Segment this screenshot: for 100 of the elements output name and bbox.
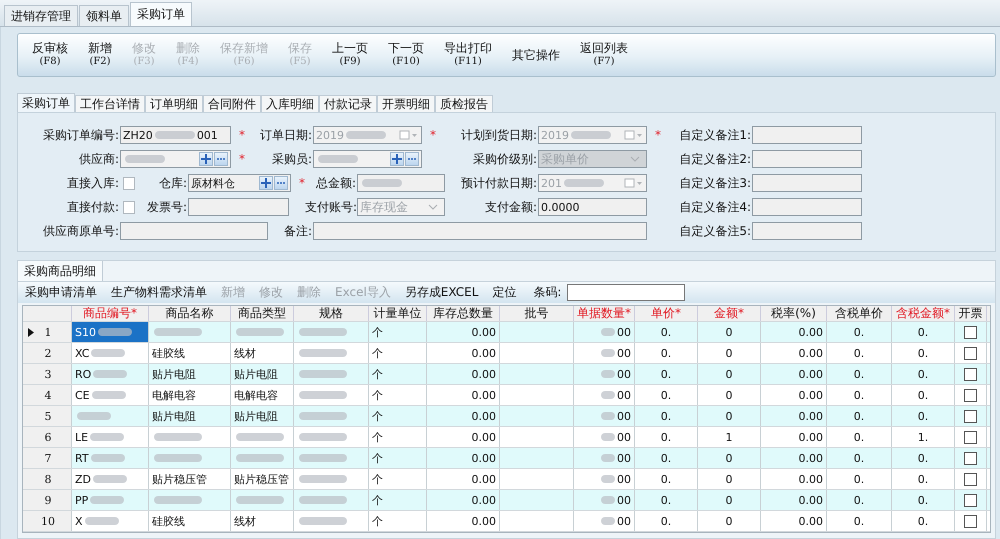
row-header[interactable]: 9 xyxy=(23,490,72,510)
grid-toolbar-button[interactable]: 采购申请清单 xyxy=(18,282,104,302)
redacted-smudge xyxy=(601,412,615,420)
redacted-smudge xyxy=(299,412,347,420)
toolbar-button[interactable]: 新增 (F2) xyxy=(78,35,122,75)
invoice-checkbox[interactable] xyxy=(964,514,977,528)
field-label: 发票号: xyxy=(146,198,188,216)
table-cell: 1 xyxy=(698,427,761,447)
app-tab[interactable]: 采购订单 xyxy=(130,2,192,26)
detail-tab[interactable]: 工作台详情 xyxy=(75,95,145,112)
input-field[interactable] xyxy=(313,222,647,240)
table-cell: 0. xyxy=(892,448,955,468)
table-cell: 1. xyxy=(892,427,955,447)
detail-tab[interactable]: 开票明细 xyxy=(377,95,435,112)
input-field[interactable] xyxy=(188,198,289,216)
toolbar-button[interactable]: 上一页 (F9) xyxy=(322,35,378,75)
field-label: 订单日期: xyxy=(258,126,313,144)
table-cell: 个 xyxy=(369,406,427,426)
toolbar-button[interactable]: 导出打印 (F11) xyxy=(434,35,502,75)
table-cell: 个 xyxy=(369,322,427,342)
grid-toolbar-button[interactable]: 定位 xyxy=(485,282,524,302)
table-cell: 0. xyxy=(892,511,955,531)
lookup-field[interactable]: 原材料仓 xyxy=(188,174,291,192)
row-header[interactable]: 3 xyxy=(23,364,72,384)
table-cell: 个 xyxy=(369,385,427,405)
detail-tab[interactable]: 质检报告 xyxy=(435,95,493,112)
table-cell: 0. xyxy=(892,385,955,405)
invoice-checkbox[interactable] xyxy=(964,410,977,422)
redacted-smudge xyxy=(236,496,284,504)
section-tab[interactable]: 采购商品明细 xyxy=(18,261,103,281)
invoice-checkbox[interactable] xyxy=(964,346,977,360)
redacted-smudge xyxy=(154,496,202,504)
table-cell: 0. xyxy=(892,364,955,384)
toolbar-button[interactable]: 下一页 (F10) xyxy=(378,35,434,75)
toolbar-button[interactable]: 反审核 (F8) xyxy=(22,35,78,75)
input-field[interactable] xyxy=(357,174,445,192)
row-header[interactable]: 4 xyxy=(23,385,72,405)
invoice-checkbox[interactable] xyxy=(964,494,977,506)
detail-tab[interactable]: 合同附件 xyxy=(203,95,261,112)
add-icon[interactable] xyxy=(259,176,273,190)
table-cell: 线材 xyxy=(231,343,294,363)
input-field[interactable] xyxy=(752,126,862,144)
more-icon[interactable] xyxy=(274,176,288,190)
barcode-field[interactable] xyxy=(567,284,686,301)
row-header[interactable]: 10 xyxy=(23,511,72,531)
table-cell: 线材 xyxy=(231,511,294,531)
invoice-checkbox[interactable] xyxy=(964,326,977,338)
redacted-smudge xyxy=(601,370,615,378)
input-field[interactable] xyxy=(752,198,862,216)
app-tab[interactable]: 领料单 xyxy=(79,5,129,26)
toolbar-button[interactable]: 其它操作 xyxy=(502,35,570,75)
toolbar-button[interactable]: 返回列表 (F7) xyxy=(570,35,638,75)
table-cell: S10 xyxy=(72,322,149,342)
grid-toolbar-button[interactable]: 生产物料需求清单 xyxy=(104,282,214,302)
app-tab[interactable]: 进销存管理 xyxy=(4,5,78,26)
field-value: 2019 xyxy=(541,128,569,142)
detail-tab[interactable]: 订单明细 xyxy=(145,95,203,112)
table-cell: 00 xyxy=(574,511,635,531)
redacted-smudge xyxy=(91,349,126,357)
table-cell: 0 xyxy=(698,490,761,510)
invoice-checkbox[interactable] xyxy=(964,388,977,402)
invoice-checkbox[interactable] xyxy=(964,430,977,444)
table-cell: 个 xyxy=(369,427,427,447)
detail-tab[interactable]: 付款记录 xyxy=(319,95,377,112)
table-cell: 0.00 xyxy=(761,427,827,447)
input-field[interactable] xyxy=(752,174,862,192)
redacted-smudge xyxy=(601,454,615,462)
redacted-smudge xyxy=(601,433,615,441)
input-field[interactable] xyxy=(752,222,862,240)
row-header[interactable]: 5 xyxy=(23,406,72,426)
input-field[interactable]: 0.0000 xyxy=(538,198,647,216)
column-header: 规格 xyxy=(294,306,369,321)
table-cell: 0. xyxy=(635,406,698,426)
field-label: 供应商: xyxy=(78,150,120,168)
checkbox[interactable] xyxy=(123,176,135,190)
table-cell: 0. xyxy=(827,427,892,447)
redacted-smudge xyxy=(92,391,126,399)
invoice-checkbox[interactable] xyxy=(964,452,977,464)
required-mark: * xyxy=(298,176,305,190)
row-header[interactable]: 7 xyxy=(23,448,72,468)
detail-tab[interactable]: 入库明细 xyxy=(261,95,319,112)
row-header[interactable]: 1 xyxy=(23,322,72,342)
row-pointer-icon xyxy=(28,328,34,336)
input-field[interactable] xyxy=(120,222,268,240)
field-value: 原材料仓 xyxy=(191,176,235,190)
input-field[interactable]: ZH20 001 xyxy=(120,126,231,144)
checkbox[interactable] xyxy=(123,200,135,214)
row-header[interactable]: 8 xyxy=(23,469,72,489)
redacted-smudge xyxy=(90,454,125,462)
grid-toolbar-button[interactable]: 另存成EXCEL xyxy=(398,282,486,302)
row-header[interactable]: 6 xyxy=(23,427,72,447)
table-cell: 0. xyxy=(827,343,892,363)
row-number: 6 xyxy=(44,430,52,444)
field-label: 自定义备注5: xyxy=(678,222,752,240)
invoice-checkbox[interactable] xyxy=(964,368,977,380)
input-field[interactable] xyxy=(752,150,862,168)
row-header[interactable]: 2 xyxy=(23,343,72,363)
redacted-smudge xyxy=(154,433,202,441)
detail-tab[interactable]: 采购订单 xyxy=(17,93,75,112)
invoice-checkbox[interactable] xyxy=(964,472,977,486)
